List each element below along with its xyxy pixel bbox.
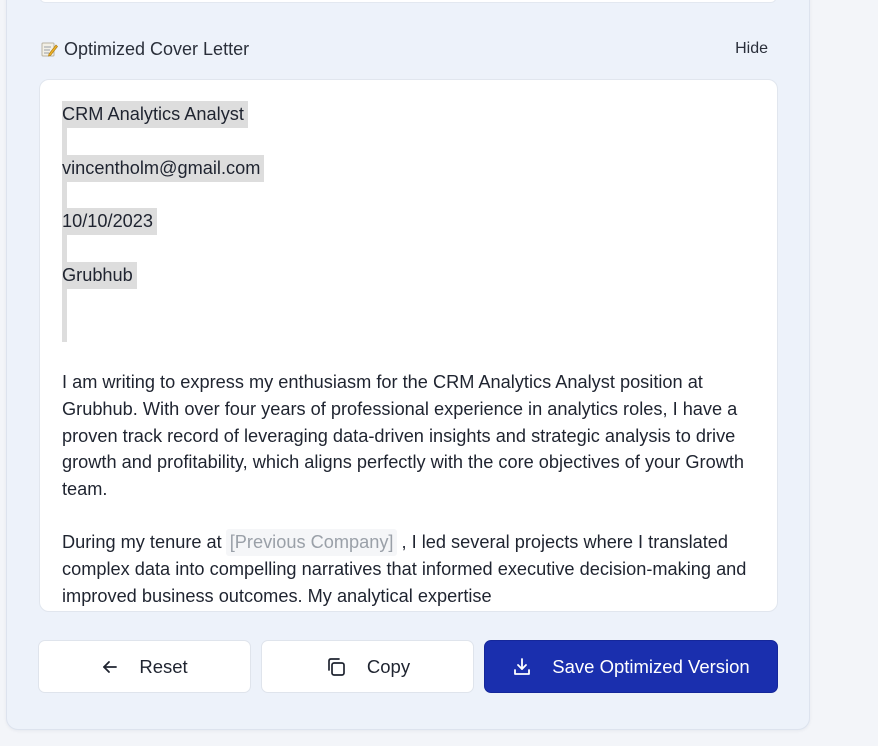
paragraph-text: During my tenure at xyxy=(62,532,222,553)
download-icon xyxy=(512,657,532,677)
copy-icon xyxy=(325,656,347,678)
letter-header: CRM Analytics Analyst vincentholm@gmail.… xyxy=(62,101,755,343)
letter-header-line: 10/10/2023 xyxy=(62,208,158,236)
save-optimized-version-button[interactable]: Save Optimized Version xyxy=(484,640,778,693)
letter-header-line: CRM Analytics Analyst xyxy=(62,101,248,128)
letter-paragraph: I am writing to express my enthusiasm fo… xyxy=(62,372,745,499)
section-title-text: Optimized Cover Letter xyxy=(64,38,250,59)
highlight-gap xyxy=(62,289,67,316)
highlight-gap xyxy=(62,181,67,209)
arrow-left-icon xyxy=(101,658,119,676)
hide-button[interactable]: Hide xyxy=(735,40,778,58)
section-title: Optimized Cover Letter xyxy=(40,39,249,60)
previous-card-edge xyxy=(39,0,777,3)
highlight-gap xyxy=(62,315,67,343)
highlight-gap xyxy=(62,235,67,263)
reset-button[interactable]: Reset xyxy=(38,640,251,693)
previous-company-placeholder[interactable]: [Previous Company] xyxy=(225,529,398,557)
save-label: Save Optimized Version xyxy=(552,655,750,677)
reset-label: Reset xyxy=(139,655,188,677)
section-header: Optimized Cover Letter Hide xyxy=(40,36,778,62)
copy-button[interactable]: Copy xyxy=(261,640,474,693)
copy-label: Copy xyxy=(366,655,411,677)
letter-header-line: vincentholm@gmail.com xyxy=(62,154,265,182)
cover-letter-editor[interactable]: CRM Analytics Analyst vincentholm@gmail.… xyxy=(39,79,778,612)
letter-header-line: Grubhub xyxy=(62,262,137,290)
memo-icon xyxy=(40,40,58,58)
letter-paragraph: During my tenure at [Previous Company], I… xyxy=(62,529,755,609)
highlight-gap xyxy=(62,128,67,155)
